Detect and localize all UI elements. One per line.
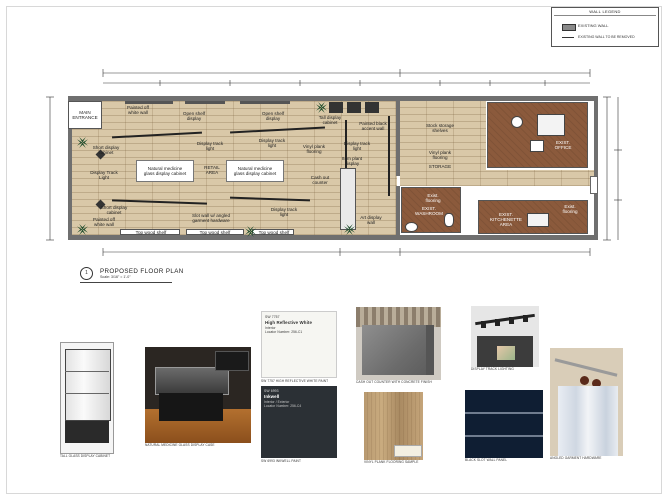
accent-shelf-3 [365,102,379,113]
track-lighting-caption: DISPLAY TRACK LIGHTING [471,367,514,371]
open-shelf-label-1: Open shelf display [182,111,206,121]
paint-white-name: High Reflective White [265,320,312,325]
cash-out-counter [340,168,356,230]
office-side-table [530,140,544,152]
office-desk [537,114,565,136]
display-track-light-label-4: Display Track Light [90,170,118,180]
display-track-light-label-5: Display track light [270,207,298,217]
open-shelf-label-2: Open shelf display [261,111,285,121]
cash-out-counter-label: Cash out counter [310,175,330,185]
painted-white-wall-label: Painted off white wall [127,105,149,115]
accent-shelf-2 [347,102,361,113]
corridor-floor [400,170,594,186]
slot-wall-caption: BLACK SLOT WALL PANEL [465,458,508,462]
display-case-sample [145,347,251,443]
cash-counter-caption: CASH OUT COUNTER WITH CONCRETE FINISH [356,380,432,384]
paint-white-swatch: SW 7757 High Reflective White Interior L… [261,311,337,378]
vinyl-flooring-sample [364,392,423,460]
slot-wall-sample [465,390,543,458]
paint-black-name: Inkwell [264,394,280,399]
plan-title-number: 1 [80,267,93,280]
track-lighting-sample [471,306,539,367]
top-wood-shelf-label-2: Top wood shelf [199,230,231,235]
display-track-light-label-2: Display track light [258,138,286,148]
wall-shelf-top-2 [185,101,225,104]
paint-white-line2: Locator Number: 256-C1 [265,330,303,334]
retail-area-label: RETAIL AREA [204,165,220,175]
washroom-flooring-label: Exist. flooring [425,193,441,203]
painted-white-wall-label-2: Painted off white wall [93,217,115,227]
garment-hardware-sample [550,348,623,456]
plan-title: PROPOSED FLOOR PLAN [100,268,184,275]
paint-black-swatch: SW 6993 Inkwell Interior / Exterior Loca… [261,386,337,458]
short-display-cabinet-label-1: Short display cabinet [92,145,120,155]
main-entrance-text: MAIN ENTRANCE [72,110,98,120]
item-plant-display-label: Item plant display [341,156,363,166]
paint-black-caption: SW 6993 INKWELL PAINT [261,459,302,463]
kitchenette-table [527,213,549,227]
paint-black-line2: Locator Number: 256-C4 [264,404,302,408]
wall-shelf-top-3 [240,101,290,104]
plant-icon [344,224,355,235]
natural-medicine-label-1: Natural medicine glass display cabinet [143,166,187,176]
wall-shelf-top-1 [125,101,173,104]
tall-glass-cabinet-sample [60,342,114,454]
exist-kitchenette-label: EXIST. KITCHENETTE AREA [490,212,522,227]
exist-office-label: EXIST. OFFICE [554,140,572,150]
exist-washroom-label: EXIST. WASHROOM [415,206,443,216]
accent-shelf-1 [329,102,343,113]
washroom-sink [405,222,418,232]
display-track-light-label-3: Display track light [343,141,371,151]
garment-hardware-caption: ANGLED GARMENT HARDWARE [550,456,602,460]
kitchen-flooring-label: Exist. flooring [562,204,578,214]
tall-display-cabinet-label: Tall display cabinet [318,115,342,125]
east-wall [594,96,598,240]
south-wall [68,235,598,240]
plan-scale: Scale: 3/16" = 1'-0" [100,275,131,279]
rear-door [590,176,598,194]
display-track-light-label-1: Display track light [196,141,224,151]
short-display-cabinet-label-2: Short display cabinet [100,205,128,215]
storage-label: STORAGE [428,164,452,169]
cash-counter-sample [356,307,441,380]
vinyl-plank-label-2: Vinyl plank flooring [428,150,452,160]
art-display-wall-label: Art display wall [360,215,382,225]
top-wood-shelf-label-3: Top wood shelf [258,230,290,235]
plan-title-rule [80,282,172,283]
paint-white-caption: SW 7757 HIGH REFLECTIVE WHITE PAINT [261,379,329,383]
partition-wall-lower [396,186,400,235]
vinyl-flooring-caption: VINYL PLANK FLOORING SAMPLE [364,460,419,464]
office-chair [511,116,523,128]
vinyl-plank-label-1: Vinyl plank flooring [302,144,326,154]
top-wood-shelf-label-1: Top wood shelf [135,230,167,235]
stock-storage-shelves-label: Stock storage shelves [425,123,455,133]
plant-icon [316,102,327,113]
natural-medicine-label-2: Natural medicine glass display cabinet [233,166,277,176]
tall-glass-cabinet-caption: TALL GLASS DISPLAY CABINET [60,454,111,458]
slot-wall-label: Slot wall w/ angled garment hardware [191,213,231,223]
painted-black-accent-wall-label: Painted black accent wall [359,121,387,131]
display-case-caption: NATURAL MEDICINE GLASS DISPLAY CASE [145,443,215,447]
